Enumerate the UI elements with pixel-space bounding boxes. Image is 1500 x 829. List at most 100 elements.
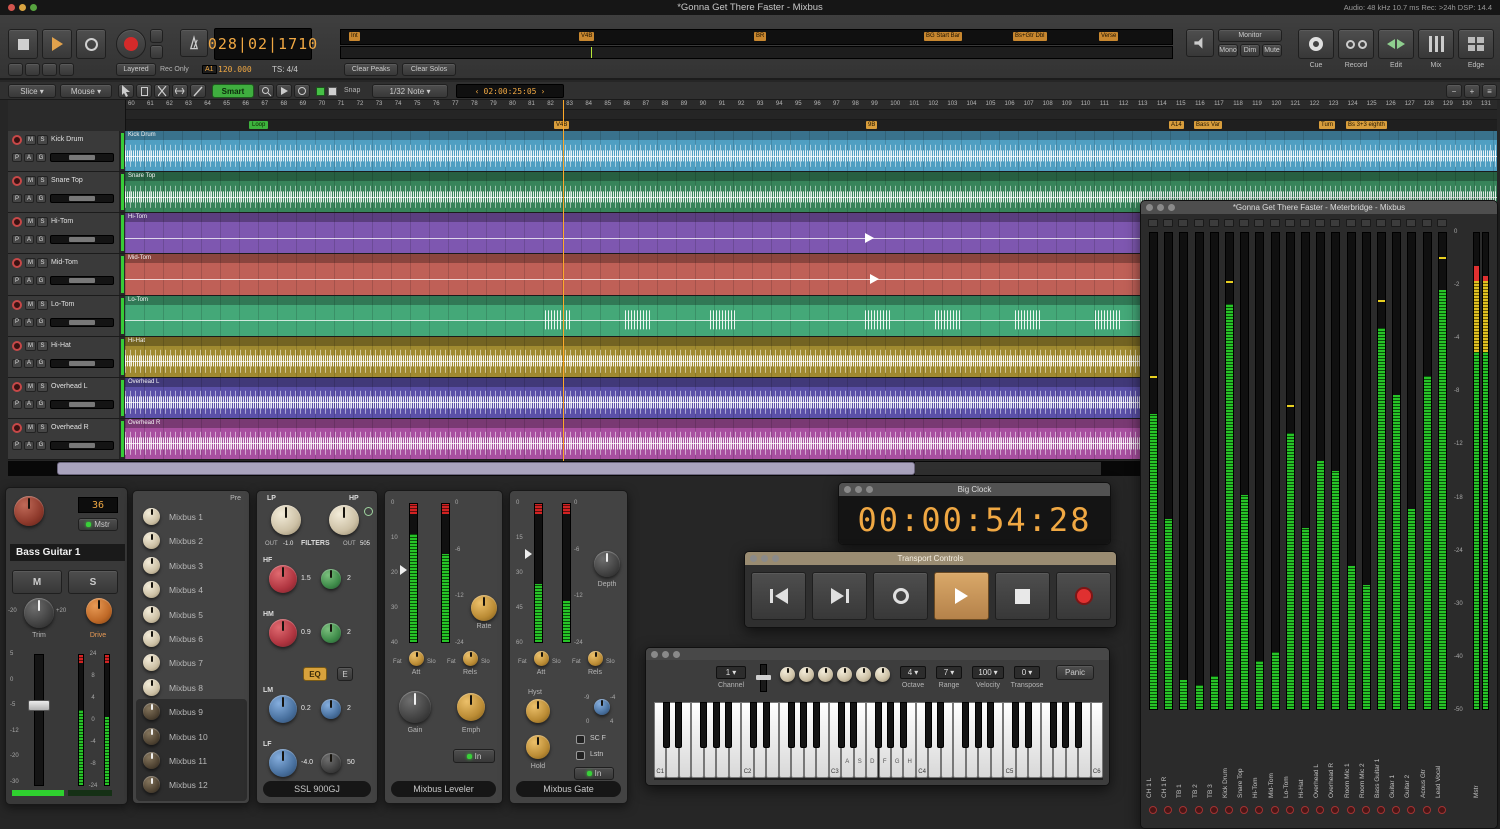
rec-indicator[interactable]: [1195, 806, 1203, 814]
grid-select[interactable]: 1/32 Note ▾: [372, 84, 448, 98]
velocity-select[interactable]: 100▾: [972, 666, 1004, 679]
window-controls[interactable]: [651, 651, 680, 658]
minimize-icon[interactable]: [1157, 204, 1164, 211]
range-ruler[interactable]: [126, 110, 1497, 120]
track-gain-slider[interactable]: [50, 400, 114, 409]
piano-black-key[interactable]: [725, 702, 732, 748]
trim-knob[interactable]: [24, 598, 54, 628]
drive-knob[interactable]: [86, 598, 112, 624]
channel-button[interactable]: [1270, 219, 1280, 227]
track-gain-slider[interactable]: [50, 235, 114, 244]
slider-thumb[interactable]: [69, 278, 95, 283]
track-g-button[interactable]: G: [36, 359, 46, 368]
record-mode-selector[interactable]: Layered: [116, 63, 156, 76]
eq-freq-knob[interactable]: [321, 753, 341, 773]
piano-white-key[interactable]: C6: [1091, 702, 1103, 778]
piano-black-key[interactable]: [750, 702, 757, 748]
send-knob[interactable]: [143, 581, 160, 598]
rec-indicator[interactable]: [1240, 806, 1248, 814]
eq-freq-knob[interactable]: [321, 699, 341, 719]
gate-in-button[interactable]: In: [574, 767, 614, 780]
piano-black-key[interactable]: [1012, 702, 1019, 748]
gate-hyst-knob[interactable]: [526, 699, 550, 723]
send-knob[interactable]: [143, 654, 160, 671]
channel-button[interactable]: [1254, 219, 1264, 227]
track-gain-slider[interactable]: [50, 359, 114, 368]
track-mute-button[interactable]: M: [25, 341, 36, 351]
piano-black-key[interactable]: [800, 702, 807, 748]
channel-button[interactable]: [1163, 219, 1173, 227]
piano-black-key[interactable]: [675, 702, 682, 748]
track-mute-button[interactable]: M: [25, 258, 36, 268]
transpose-select[interactable]: 0▾: [1014, 666, 1040, 679]
track-header[interactable]: MSKick DrumPAG: [8, 131, 120, 171]
monitor-mute-button[interactable]: Mute: [1262, 44, 1282, 57]
channel-button[interactable]: [1239, 219, 1249, 227]
transport-aux-button[interactable]: [59, 63, 74, 76]
send-knob[interactable]: [143, 630, 160, 647]
play-button[interactable]: [42, 29, 72, 59]
midi-cc-knob[interactable]: [799, 667, 814, 682]
send-knob[interactable]: [143, 679, 160, 696]
punch-out-button[interactable]: [150, 45, 163, 59]
close-icon[interactable]: [844, 486, 851, 493]
timeline-marker[interactable]: Bs+Gtr Dbl: [1013, 32, 1047, 41]
rec-indicator[interactable]: [1407, 806, 1415, 814]
track-a-button[interactable]: A: [24, 318, 34, 327]
clear-solos-button[interactable]: Clear Solos: [402, 63, 456, 76]
send-knob[interactable]: [143, 703, 160, 720]
rec-indicator[interactable]: [1179, 806, 1187, 814]
zoom-in-button[interactable]: +: [1464, 84, 1480, 98]
track-gain-slider[interactable]: [50, 441, 114, 450]
track-gain-slider[interactable]: [50, 318, 114, 327]
track-g-button[interactable]: G: [36, 441, 46, 450]
strip-solo-button[interactable]: S: [68, 570, 118, 594]
timeline-marker[interactable]: Verse: [1099, 32, 1118, 41]
channel-select[interactable]: 1▾: [716, 666, 746, 679]
piano-black-key[interactable]: [975, 702, 982, 748]
draw-tool-button[interactable]: [190, 84, 206, 98]
window-controls[interactable]: [750, 555, 779, 562]
audition-tool-button[interactable]: [276, 84, 292, 98]
send-knob[interactable]: [143, 728, 160, 745]
eq-gain-knob[interactable]: [269, 749, 297, 777]
piano-black-key[interactable]: [850, 702, 857, 748]
slice-mode-select[interactable]: Slice ▾: [8, 84, 56, 98]
leveler-plugin-title[interactable]: Mixbus Leveler: [391, 781, 496, 797]
window-controls[interactable]: [844, 486, 873, 493]
track-g-button[interactable]: G: [36, 400, 46, 409]
piano-black-key[interactable]: [700, 702, 707, 748]
track-p-button[interactable]: P: [12, 276, 22, 285]
channel-button[interactable]: [1315, 219, 1325, 227]
channel-button[interactable]: [1178, 219, 1188, 227]
eq-plugin-title[interactable]: SSL 900GJ: [263, 781, 371, 797]
track-header[interactable]: MSHi-HatPAG: [8, 337, 120, 377]
big-clock-titlebar[interactable]: Big Clock: [839, 483, 1110, 496]
gate-plugin-title[interactable]: Mixbus Gate: [516, 781, 621, 797]
rec-indicator[interactable]: [1271, 806, 1279, 814]
eq-gain-knob[interactable]: [269, 619, 297, 647]
eq-gain-knob[interactable]: [269, 695, 297, 723]
channel-button[interactable]: [1346, 219, 1356, 227]
primary-clock[interactable]: 028|02|1710: [214, 28, 312, 60]
metronome-button[interactable]: [180, 29, 208, 57]
rec-indicator[interactable]: [1164, 806, 1172, 814]
keyboard-titlebar[interactable]: [646, 648, 1109, 660]
piano-black-key[interactable]: [813, 702, 820, 748]
track-a-button[interactable]: A: [24, 235, 34, 244]
close-icon[interactable]: [750, 555, 757, 562]
rec-indicator[interactable]: [1301, 806, 1309, 814]
channel-button[interactable]: [1209, 219, 1219, 227]
monitor-mono-button[interactable]: Mono: [1218, 44, 1238, 57]
slider-thumb[interactable]: [69, 237, 95, 242]
timefx-tool-button[interactable]: [294, 84, 310, 98]
tempo-display[interactable]: 120.000: [218, 65, 252, 74]
timeline-marker[interactable]: BG Start Bar: [924, 32, 962, 41]
rec-indicator[interactable]: [1149, 806, 1157, 814]
nudge-back-icon[interactable]: ‹: [475, 87, 480, 96]
leveler-rate-knob[interactable]: [471, 595, 497, 621]
track-a-button[interactable]: A: [24, 276, 34, 285]
timeline-marker[interactable]: Int: [349, 32, 360, 41]
record-window-button[interactable]: [1338, 29, 1374, 59]
record-arm-button[interactable]: [12, 382, 22, 392]
